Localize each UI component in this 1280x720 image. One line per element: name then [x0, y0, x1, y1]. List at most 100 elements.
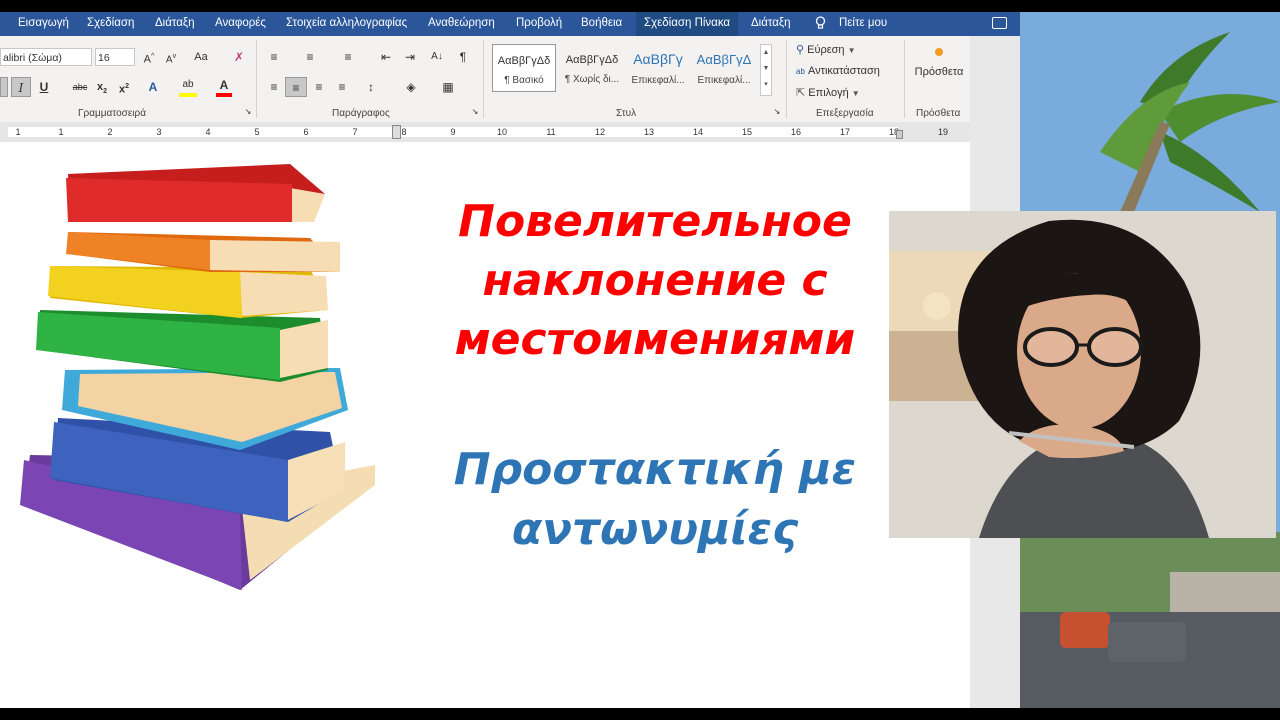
russian-title: Повелительное наклонение с местоимениями [400, 192, 910, 369]
styles-group-label: Στυλ [616, 108, 637, 119]
addins-icon [935, 48, 943, 56]
change-case-button[interactable]: Aa [188, 47, 214, 67]
clear-formatting-icon[interactable]: ✗ [229, 47, 249, 67]
ruler-number: 7 [352, 127, 358, 137]
cursor-icon: ⇱ [796, 87, 806, 99]
style-preview: ΑαΒβΓγΔδ [565, 54, 619, 66]
align-center-icon[interactable]: ≡ [285, 77, 307, 97]
replace-button[interactable]: ab Αντικατάσταση [796, 65, 880, 77]
indent-marker[interactable] [392, 125, 401, 139]
align-right-icon[interactable]: ≡ [311, 77, 327, 97]
align-left-icon[interactable]: ≡ [266, 77, 282, 97]
ruler-number: 5 [254, 127, 260, 137]
change-case-label: Aa [194, 51, 208, 63]
line-spacing-icon[interactable]: ↕ [360, 77, 382, 97]
strikethrough-icon[interactable]: abc [70, 77, 90, 97]
show-marks-icon[interactable]: ¶ [456, 47, 470, 67]
shading-icon[interactable]: ◈ [400, 77, 422, 97]
tab-table-layout[interactable]: Διάταξη [751, 12, 790, 36]
tab-layout[interactable]: Διάταξη [155, 12, 194, 36]
font-group-label: Γραμματοσειρά [78, 108, 146, 119]
italic-icon[interactable]: I [11, 77, 31, 97]
sort-icon[interactable]: A↓ [429, 47, 445, 67]
paragraph-group-label: Παράγραφος [332, 108, 390, 119]
ruler-number: 6 [303, 127, 309, 137]
greek-title-line: αντωνυμίες [511, 504, 799, 555]
style-name: ¶ Βασικό [504, 75, 544, 86]
underline-icon[interactable]: U [36, 77, 52, 97]
ruler-number: 17 [839, 127, 850, 137]
paragraph-dialog-launcher-icon[interactable]: ↘ [470, 107, 480, 117]
style-name: ¶ Χωρίς δι... [564, 74, 620, 85]
select-button[interactable]: ⇱ Επιλογή ▼ [796, 86, 860, 99]
tab-mailings[interactable]: Στοιχεία αλληλογραφίας [286, 12, 407, 36]
style-preview: ΑαΒβΓγΔδ [497, 55, 551, 67]
tab-view[interactable]: Προβολή [516, 12, 562, 36]
font-name-dropdown[interactable]: alibri (Σώμα) [0, 48, 92, 66]
bottom-black-strip [0, 708, 1280, 720]
increase-indent-icon[interactable]: ⇥ [402, 47, 418, 67]
find-label: Εύρεση [807, 44, 845, 56]
bold-icon[interactable] [0, 77, 8, 97]
comments-icon[interactable] [992, 17, 1007, 29]
ruler-number: 19 [937, 127, 948, 137]
style-name: Επικεφαλί... [697, 75, 751, 86]
grow-font-icon[interactable]: A^ [140, 47, 158, 67]
chevron-down-icon: ▼ [851, 89, 860, 98]
style-normal[interactable]: ΑαΒβΓγΔδ ¶ Βασικό [492, 44, 556, 92]
addins-button[interactable]: Πρόσθετα [910, 48, 968, 78]
subscript-icon[interactable]: x2 [94, 77, 110, 97]
styles-gallery-scroll[interactable]: ▲ ▼ ▾ [760, 44, 772, 96]
tell-me-box[interactable]: Πείτε μου [815, 12, 887, 36]
ruler-number: 14 [692, 127, 703, 137]
style-no-spacing[interactable]: ΑαΒβΓγΔδ ¶ Χωρίς δι... [560, 44, 624, 92]
tab-insert[interactable]: Εισαγωγή [18, 12, 69, 36]
bullets-icon[interactable]: ≡ [266, 47, 282, 67]
tab-review[interactable]: Αναθεώρηση [428, 12, 495, 36]
find-button[interactable]: ⚲ Εύρεση ▼ [796, 43, 856, 56]
justify-icon[interactable]: ≡ [334, 77, 350, 97]
ruler-number: 16 [790, 127, 801, 137]
font-color-icon[interactable]: A [216, 77, 232, 97]
tell-me-label: Πείτε μου [839, 17, 888, 29]
replace-label: Αντικατάσταση [807, 65, 880, 77]
ruler-number: 4 [205, 127, 211, 137]
font-dialog-launcher-icon[interactable]: ↘ [243, 107, 253, 117]
numbering-icon[interactable]: ≡ [302, 47, 318, 67]
right-indent-marker[interactable] [896, 130, 903, 139]
font-name-value: alibri (Σώμα) [3, 52, 62, 64]
ruler-number: 13 [643, 127, 654, 137]
replace-icon: ab [796, 67, 805, 76]
ruler-number: 11 [546, 127, 556, 137]
ruler-number: 12 [594, 127, 605, 137]
russian-title-line: наклонение с [482, 255, 828, 306]
style-heading-1[interactable]: ΑαΒβΓγ Επικεφαλί... [626, 44, 690, 92]
style-preview: ΑαΒβΓγΔ [696, 52, 752, 67]
horizontal-ruler[interactable]: 1 1 2 3 4 5 6 7 8 9 10 11 12 13 14 15 16… [0, 122, 970, 142]
tab-table-design[interactable]: Σχεδίαση Πίνακα [636, 12, 739, 36]
tab-references[interactable]: Αναφορές [215, 12, 266, 36]
top-black-strip [0, 0, 1280, 12]
russian-title-line: местоимениями [454, 314, 856, 365]
shrink-font-icon[interactable]: Av [162, 47, 180, 67]
ribbon: alibri (Σώμα) 16 A^ Av Aa ✗ I U abc x2 x… [0, 36, 1020, 123]
ruler-number: 2 [107, 127, 113, 137]
decrease-indent-icon[interactable]: ⇤ [378, 47, 394, 67]
tab-help[interactable]: Βοήθεια [581, 12, 622, 36]
style-preview: ΑαΒβΓγ [633, 51, 683, 67]
editing-group-label: Επεξεργασία [816, 108, 874, 119]
text-effects-icon[interactable]: A [144, 77, 162, 97]
superscript-icon[interactable]: x2 [116, 77, 132, 97]
highlight-icon[interactable]: ab [179, 77, 197, 97]
ribbon-separator [256, 40, 257, 118]
search-icon: ⚲ [796, 44, 805, 56]
font-size-dropdown[interactable]: 16 [95, 48, 135, 66]
books-stack-illustration [20, 164, 375, 590]
addins-group-label: Πρόσθετα [916, 108, 961, 119]
tab-design[interactable]: Σχεδίαση [87, 12, 134, 36]
multilevel-list-icon[interactable]: ≡ [340, 47, 356, 67]
addins-label: Πρόσθετα [914, 66, 964, 78]
style-heading-2[interactable]: ΑαΒβΓγΔ Επικεφαλί... [692, 44, 756, 92]
borders-icon[interactable]: ▦ [437, 77, 459, 97]
styles-dialog-launcher-icon[interactable]: ↘ [772, 107, 782, 117]
